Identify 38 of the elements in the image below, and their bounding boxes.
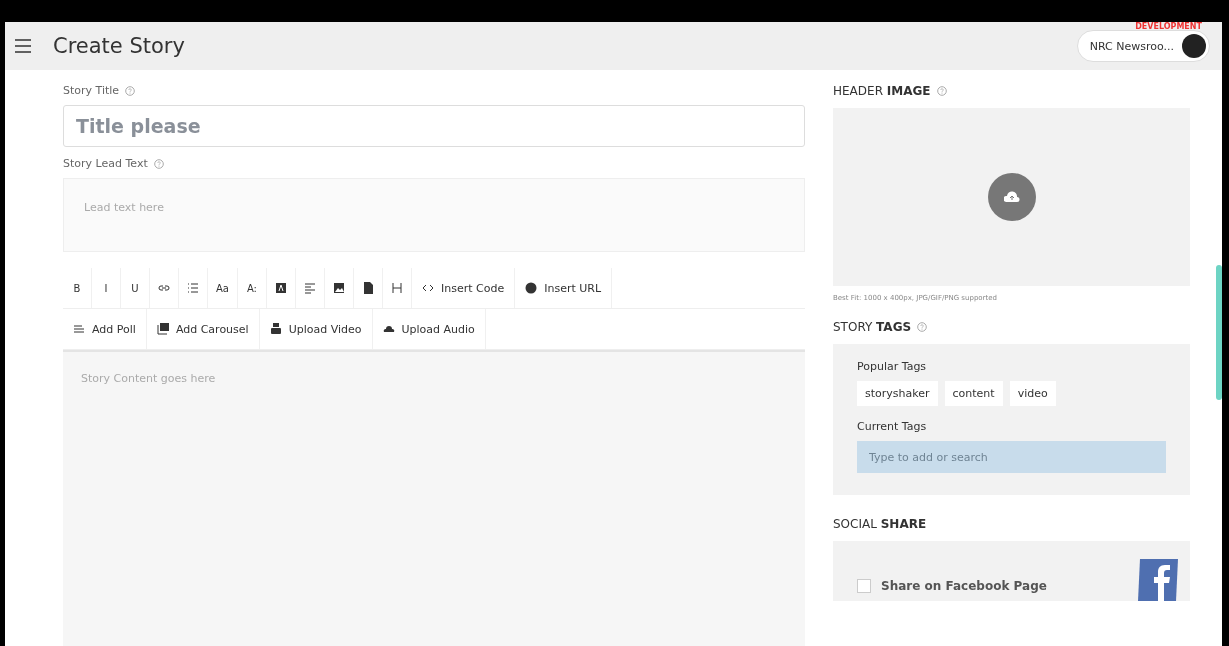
help-icon[interactable] xyxy=(917,322,928,332)
section-title: SOCIAL SHARE xyxy=(833,517,927,531)
poll-icon xyxy=(73,323,85,335)
facebook-icon xyxy=(1136,557,1180,601)
menu-icon[interactable] xyxy=(15,39,31,53)
help-icon[interactable] xyxy=(125,85,136,96)
tag-chip[interactable]: video xyxy=(1009,381,1056,406)
environment-label: DEVELOPMENT xyxy=(1135,23,1202,31)
field-label: Story Title xyxy=(63,84,120,97)
lead-text-field[interactable]: Lead text here xyxy=(63,178,805,252)
carousel-icon xyxy=(156,323,169,335)
code-icon xyxy=(421,282,434,294)
tag-chip[interactable]: content xyxy=(944,381,1003,406)
checkbox[interactable] xyxy=(857,579,871,593)
popular-tags-label: Popular Tags xyxy=(857,360,928,373)
upload-button[interactable] xyxy=(987,173,1036,221)
help-icon[interactable] xyxy=(936,86,947,96)
checkbox-label: Share on Facebook Page xyxy=(881,579,1047,593)
cloud-upload-icon xyxy=(1003,191,1020,203)
section-title: STORY TAGS xyxy=(833,320,912,334)
avatar-icon xyxy=(1182,34,1206,58)
image-drop-area[interactable] xyxy=(833,108,1190,286)
current-tags-label: Current Tags xyxy=(857,420,928,433)
text-color-icon xyxy=(274,282,287,294)
image-icon xyxy=(332,282,345,294)
file-icon xyxy=(361,282,374,294)
list-icon xyxy=(187,282,199,294)
link-icon xyxy=(158,282,170,294)
account-button[interactable]: NRC Newsroo... xyxy=(1076,30,1210,62)
section-title: HEADER IMAGE xyxy=(833,84,931,98)
field-label: Story Lead Text xyxy=(63,157,148,170)
content-editor[interactable]: Story Content goes here xyxy=(63,350,805,646)
align-icon xyxy=(303,282,316,294)
help-icon[interactable] xyxy=(153,158,164,169)
title-field[interactable]: Title please xyxy=(63,105,805,147)
tag-chip[interactable]: storyshaker xyxy=(857,381,938,406)
tag-search-field[interactable]: Type to add or search xyxy=(857,441,1166,473)
page-title: Create Story xyxy=(53,34,186,58)
